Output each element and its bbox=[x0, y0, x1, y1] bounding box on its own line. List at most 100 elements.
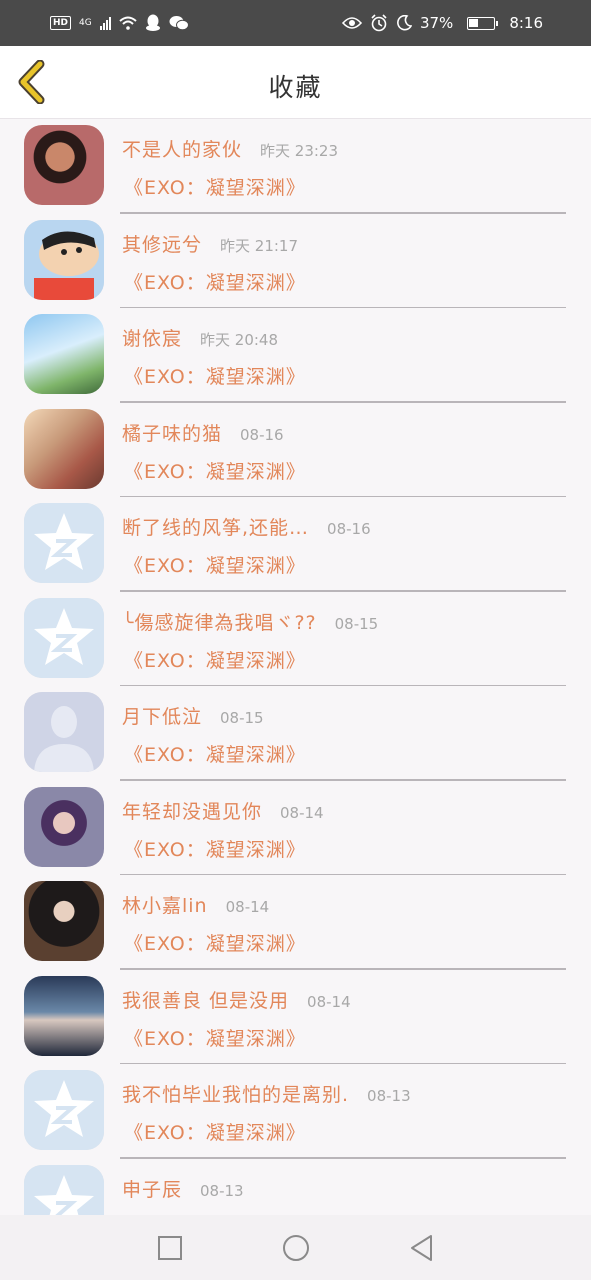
user-name[interactable]: 橘子味的猫 bbox=[122, 419, 222, 446]
work-title[interactable]: 《EXO：凝望深渊》 bbox=[124, 362, 306, 389]
user-name[interactable]: ╰傷感旋律為我唱ヾ?? bbox=[122, 608, 317, 635]
avatar[interactable] bbox=[24, 786, 104, 867]
timestamp: 08-14 bbox=[225, 898, 270, 916]
avatar-photo bbox=[24, 881, 104, 961]
avatar[interactable] bbox=[24, 125, 104, 205]
battery-fill bbox=[469, 18, 479, 27]
item-header: 申子辰 08-13 bbox=[122, 1175, 244, 1202]
avatar[interactable] bbox=[24, 503, 104, 583]
back-icon bbox=[410, 1234, 432, 1261]
default-avatar-icon bbox=[24, 1164, 104, 1215]
user-name[interactable]: 我不怕毕业我怕的是离别. bbox=[122, 1080, 349, 1107]
user-name[interactable]: 月下低泣 bbox=[122, 702, 202, 729]
avatar[interactable] bbox=[24, 219, 104, 300]
timestamp: 08-13 bbox=[367, 1087, 411, 1105]
favorites-list: 不是人的家伙 昨天 23:23 《EXO：凝望深渊》 其修远兮 昨天 21:17 《EXO… bbox=[0, 119, 591, 1215]
list-item[interactable]: 不是人的家伙 昨天 23:23 《EXO：凝望深渊》 bbox=[0, 119, 591, 214]
cartoon-avatar-icon bbox=[24, 219, 104, 300]
status-right: 37% 8:16 bbox=[341, 14, 543, 32]
list-item[interactable]: 我不怕毕业我怕的是离别. 08-13 《EXO：凝望深渊》 bbox=[0, 1064, 591, 1159]
timestamp: 08-15 bbox=[334, 614, 379, 633]
avatar[interactable] bbox=[24, 1070, 104, 1150]
avatar-photo bbox=[24, 975, 104, 1056]
timestamp: 昨天 21:17 bbox=[220, 236, 299, 255]
default-avatar-icon bbox=[24, 503, 104, 583]
avatar[interactable] bbox=[24, 975, 104, 1056]
header: 收藏 bbox=[0, 46, 591, 119]
list-item[interactable]: 我很善良 但是没用 08-14 《EXO：凝望深渊》 bbox=[0, 970, 591, 1064]
timestamp: 08-14 bbox=[280, 803, 324, 822]
avatar-photo bbox=[24, 408, 104, 489]
alarm-icon bbox=[371, 14, 387, 32]
item-header: 月下低泣 08-15 bbox=[122, 702, 264, 729]
work-title[interactable]: 《EXO：凝望深渊》 bbox=[124, 551, 306, 578]
item-header: 橘子味的猫 08-16 bbox=[122, 419, 284, 446]
user-name[interactable]: 林小嘉lin bbox=[122, 891, 208, 918]
battery-percent: 37% bbox=[419, 14, 454, 32]
home-button[interactable] bbox=[233, 1215, 359, 1280]
avatar[interactable] bbox=[24, 881, 104, 961]
user-name[interactable]: 断了线的风筝,还能… bbox=[122, 513, 309, 540]
work-title[interactable]: 《EXO：凝望深渊》 bbox=[124, 1024, 306, 1051]
user-name[interactable]: 年轻却没遇见你 bbox=[122, 797, 262, 824]
avatar-photo bbox=[24, 125, 104, 205]
timestamp: 昨天 23:23 bbox=[260, 142, 339, 160]
home-icon bbox=[282, 1234, 309, 1261]
user-name[interactable]: 申子辰 bbox=[122, 1175, 182, 1202]
status-bar: HD 4G 37% 8:16 bbox=[0, 0, 591, 46]
timestamp: 08-15 bbox=[220, 709, 264, 727]
work-title[interactable]: 《EXO：凝望深渊》 bbox=[124, 173, 306, 200]
work-title[interactable]: 《EXO：凝望深渊》 bbox=[124, 835, 306, 862]
user-name[interactable]: 谢依宸 bbox=[122, 324, 182, 351]
nav-back-button[interactable] bbox=[359, 1215, 485, 1280]
item-header: ╰傷感旋律為我唱ヾ?? 08-15 bbox=[122, 608, 378, 635]
avatar[interactable] bbox=[24, 314, 104, 394]
user-name[interactable]: 我很善良 但是没用 bbox=[122, 986, 289, 1013]
item-header: 不是人的家伙 昨天 23:23 bbox=[122, 135, 338, 162]
list-item[interactable]: 林小嘉lin 08-14 《EXO：凝望深渊》 bbox=[0, 875, 591, 970]
list-item[interactable]: 橘子味的猫 08-16 《EXO：凝望深渊》 bbox=[0, 403, 591, 497]
item-header: 我不怕毕业我怕的是离别. 08-13 bbox=[122, 1080, 411, 1107]
work-title[interactable]: 《EXO：凝望深渊》 bbox=[124, 646, 306, 673]
list-item[interactable]: 谢依宸 昨天 20:48 《EXO：凝望深渊》 bbox=[0, 308, 591, 403]
list-item[interactable]: 其修远兮 昨天 21:17 《EXO：凝望深渊》 bbox=[0, 214, 591, 308]
timestamp: 08-16 bbox=[240, 425, 284, 444]
item-header: 其修远兮 昨天 21:17 bbox=[122, 230, 298, 257]
qq-icon bbox=[145, 14, 160, 31]
recent-apps-icon bbox=[157, 1235, 182, 1260]
list-item[interactable]: 月下低泣 08-15 《EXO：凝望深渊》 bbox=[0, 686, 591, 781]
list-item[interactable]: ╰傷感旋律為我唱ヾ?? 08-15 《EXO：凝望深渊》 bbox=[0, 592, 591, 686]
recent-apps-button[interactable] bbox=[107, 1215, 233, 1280]
work-title[interactable]: 《EXO：凝望深渊》 bbox=[124, 740, 306, 767]
item-header: 年轻却没遇见你 08-14 bbox=[122, 797, 324, 824]
item-header: 林小嘉lin 08-14 bbox=[122, 891, 269, 918]
work-title[interactable]: 《EXO：凝望深渊》 bbox=[124, 929, 306, 956]
signal-icon bbox=[99, 16, 111, 30]
list-item[interactable]: 年轻却没遇见你 08-14 《EXO：凝望深渊》 bbox=[0, 781, 591, 875]
list-item[interactable]: 申子辰08-13《EXO：凝望深渊》 bbox=[0, 1159, 591, 1215]
work-title[interactable]: 《EXO：凝望深渊》 bbox=[124, 457, 306, 484]
avatar[interactable] bbox=[24, 408, 104, 489]
clock: 8:16 bbox=[509, 14, 543, 32]
default-person-icon bbox=[24, 692, 104, 772]
timestamp: 08-13 bbox=[200, 1181, 244, 1200]
system-nav-bar bbox=[0, 1215, 591, 1280]
avatar[interactable] bbox=[24, 1164, 104, 1215]
item-header: 我很善良 但是没用 08-14 bbox=[122, 986, 351, 1013]
work-title[interactable]: 《EXO：凝望深渊》 bbox=[124, 1118, 306, 1145]
avatar-photo bbox=[24, 786, 104, 867]
user-name[interactable]: 其修远兮 bbox=[122, 230, 202, 257]
timestamp: 昨天 20:48 bbox=[200, 331, 279, 349]
timestamp: 08-16 bbox=[327, 520, 371, 538]
moon-icon bbox=[397, 15, 412, 31]
user-name[interactable]: 不是人的家伙 bbox=[122, 135, 242, 162]
default-avatar-icon bbox=[24, 1070, 104, 1150]
avatar-photo bbox=[24, 314, 104, 394]
work-title[interactable]: 《EXO：凝望深渊》 bbox=[124, 268, 306, 295]
page-title: 收藏 bbox=[268, 73, 323, 102]
avatar[interactable] bbox=[24, 692, 104, 772]
item-header: 谢依宸 昨天 20:48 bbox=[122, 324, 278, 351]
list-item[interactable]: 断了线的风筝,还能… 08-16 《EXO：凝望深渊》 bbox=[0, 497, 591, 592]
wechat-icon bbox=[169, 16, 189, 31]
avatar[interactable] bbox=[24, 597, 104, 678]
